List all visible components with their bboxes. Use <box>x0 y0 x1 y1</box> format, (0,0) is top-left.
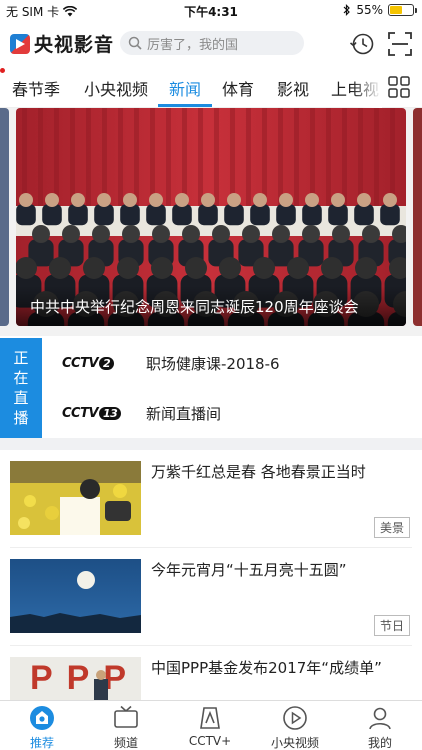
live-badge-char: 播 <box>13 409 29 427</box>
news-title: 万紫千红总是春 各地春景正当时 <box>151 463 366 481</box>
cctv-number: 13 <box>99 406 122 420</box>
recommend-icon <box>30 706 54 730</box>
hero-carousel: 中共中央举行纪念周恩来同志诞辰120周年座谈会 <box>0 108 422 336</box>
search-input[interactable]: 厉害了，我的国 <box>120 31 304 55</box>
nav-xiaoyang-video[interactable]: 小央视频 <box>253 701 337 750</box>
profile-icon <box>369 707 391 730</box>
history-icon[interactable] <box>349 31 375 57</box>
app-name: 央视影音 <box>34 34 115 56</box>
news-title: 中国PPP基金发布2017年“成绩单” <box>151 659 382 677</box>
live-section: 正 在 直 播 CCTV 2 职场健康课-2018-6 CCTV 13 新闻直播间 <box>0 338 422 438</box>
cctv-logo-text: CCTV <box>62 355 99 371</box>
news-tag[interactable]: 节日 <box>373 615 410 636</box>
cctv-plus-icon <box>200 707 220 729</box>
live-badge: 正 在 直 播 <box>0 338 42 438</box>
nav-label: 小央视频 <box>270 736 319 750</box>
search-icon <box>128 36 142 50</box>
live-channel-row[interactable]: CCTV 13 新闻直播间 <box>62 388 221 438</box>
battery-percent: 55% <box>356 3 383 17</box>
cctv13-logo: CCTV 13 <box>62 406 124 421</box>
live-badge-char: 在 <box>13 369 29 387</box>
cctv-number: 2 <box>99 356 115 370</box>
battery-fill <box>390 6 403 14</box>
nav-cctv-plus[interactable]: CCTV+ <box>168 701 252 750</box>
bottom-navigation: 推荐 频道 CCTV+ 小央视频 我的 <box>0 700 422 750</box>
news-item[interactable]: 万紫千红总是春 各地春景正当时 美景 <box>0 461 422 559</box>
tab-xiaoyang-video[interactable]: 小央视频 <box>84 76 148 100</box>
scan-icon[interactable] <box>387 31 413 57</box>
cctv2-logo: CCTV 2 <box>62 356 124 371</box>
news-thumbnail <box>10 559 141 633</box>
nav-label: 频道 <box>113 736 138 750</box>
news-item[interactable]: 今年元宵月“十五月亮十五圆” 节日 <box>0 559 422 657</box>
tab-sports[interactable]: 体育 <box>222 76 254 100</box>
live-channel-row[interactable]: CCTV 2 职场健康课-2018-6 <box>62 338 280 388</box>
carousel-prev-peek[interactable] <box>0 108 9 326</box>
tab-spring-festival[interactable]: 春节季 <box>12 76 60 100</box>
nav-profile[interactable]: 我的 <box>338 701 422 750</box>
nav-channels[interactable]: 频道 <box>84 701 168 750</box>
live-program-title: 新闻直播间 <box>146 404 222 423</box>
play-icon <box>283 706 307 730</box>
live-badge-char: 正 <box>13 349 29 367</box>
tabs-fade <box>352 66 382 108</box>
thumb-ppp-text: PPP <box>30 659 140 697</box>
category-tabs: 春节季 小央视频 新闻 体育 影视 上电视 <box>0 66 422 108</box>
section-divider <box>0 438 422 450</box>
tv-icon <box>114 705 138 728</box>
cctv-logo-text: CCTV <box>62 405 99 421</box>
app-logo[interactable]: 央视影音 <box>10 30 114 57</box>
grid-menu-icon[interactable] <box>388 76 410 98</box>
search-placeholder: 厉害了，我的国 <box>147 37 239 53</box>
hero-banner[interactable]: 中共中央举行纪念周恩来同志诞辰120周年座谈会 <box>16 108 406 326</box>
nav-recommend[interactable]: 推荐 <box>0 701 84 750</box>
tab-news[interactable]: 新闻 <box>169 76 201 100</box>
live-program-title: 职场健康课-2018-6 <box>146 354 280 373</box>
news-thumbnail <box>10 461 141 535</box>
active-tab-indicator <box>158 104 212 107</box>
logo-icon <box>10 33 30 54</box>
app-header: 央视影音 厉害了，我的国 <box>0 22 422 66</box>
bluetooth-icon <box>343 4 351 16</box>
news-divider <box>10 645 412 646</box>
hero-caption: 中共中央举行纪念周恩来同志诞辰120周年座谈会 <box>30 298 359 316</box>
nav-label: 我的 <box>367 736 392 750</box>
carousel-next-peek[interactable] <box>413 108 422 326</box>
battery-icon <box>388 4 417 16</box>
nav-label: 推荐 <box>29 736 54 750</box>
live-badge-char: 直 <box>13 389 29 407</box>
hero-caption-overlay: 中共中央举行纪念周恩来同志诞辰120周年座谈会 <box>16 286 406 326</box>
tab-movies[interactable]: 影视 <box>277 76 309 100</box>
status-bar: 无 SIM 卡 下午4:31 55% <box>0 0 422 22</box>
news-title: 今年元宵月“十五月亮十五圆” <box>151 561 347 579</box>
news-divider <box>10 547 412 548</box>
news-tag[interactable]: 美景 <box>373 517 410 538</box>
nav-label: CCTV+ <box>188 734 232 748</box>
